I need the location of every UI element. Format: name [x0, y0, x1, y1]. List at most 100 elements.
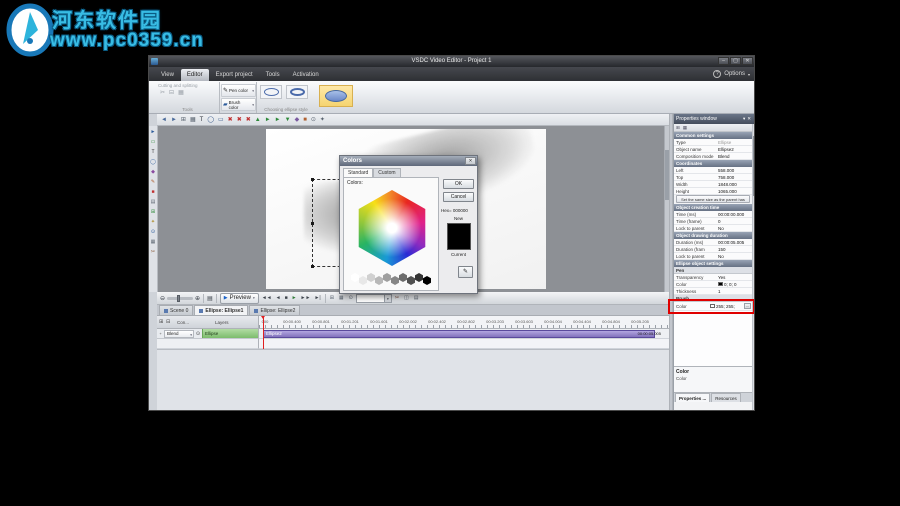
- gray-swatch[interactable]: [383, 273, 391, 282]
- section-common-settings[interactable]: Common settings: [674, 132, 752, 139]
- timeline-empty-area[interactable]: [157, 349, 669, 410]
- property-row-time-ms[interactable]: Time (ms) 00:00:00.000: [674, 211, 752, 218]
- selection-handle[interactable]: [311, 178, 314, 181]
- tab-scene-0[interactable]: Scene 0: [159, 305, 194, 315]
- options-button[interactable]: Options: [724, 71, 745, 77]
- properties-panel-header[interactable]: Properties window ▾ ✕: [674, 114, 754, 124]
- selection-handle[interactable]: [311, 222, 314, 225]
- object-tool-icon[interactable]: ⊙: [151, 230, 155, 235]
- property-row-time-frame[interactable]: Time (frame) 0: [674, 218, 752, 225]
- edit-tool-icon[interactable]: ✦: [320, 117, 325, 123]
- zoom-slider[interactable]: [167, 294, 194, 302]
- action-icon[interactable]: ▤: [413, 295, 420, 301]
- object-tool-icon[interactable]: ✂: [151, 250, 155, 255]
- edit-tool-icon[interactable]: ✖: [237, 117, 242, 123]
- section-ellipse-object-settings[interactable]: Ellipse object settings: [674, 260, 752, 267]
- transport-button[interactable]: ►|: [313, 295, 321, 301]
- edit-tool-icon[interactable]: ⊞: [181, 117, 186, 123]
- cutting-tool-icon[interactable]: ✂: [160, 90, 165, 96]
- tab-view[interactable]: View: [155, 69, 180, 81]
- property-row-left[interactable]: Left 558.000: [674, 167, 752, 174]
- object-tool-icon[interactable]: ◯: [150, 160, 156, 165]
- layer-name[interactable]: Ellipse: [202, 329, 258, 338]
- playhead-cursor[interactable]: [261, 316, 265, 349]
- close-icon[interactable]: ✕: [465, 157, 476, 165]
- selection-handle[interactable]: [311, 265, 314, 268]
- zoom-out-icon[interactable]: ⊖: [160, 295, 165, 302]
- edit-tool-icon[interactable]: ▲: [255, 117, 261, 123]
- edit-tool-icon[interactable]: ►: [171, 117, 177, 123]
- close-icon[interactable]: ✕: [742, 57, 753, 65]
- expand-icon[interactable]: +: [157, 331, 164, 336]
- gray-swatch[interactable]: [375, 276, 383, 285]
- property-row-pen-transparency[interactable]: Transparency Yes: [674, 274, 752, 281]
- color-hexagon-palette[interactable]: [358, 190, 426, 266]
- edit-tool-icon[interactable]: ■: [303, 117, 307, 123]
- gray-swatch[interactable]: [351, 273, 359, 282]
- panel-scrollbar[interactable]: [752, 124, 754, 410]
- expand-all-icon[interactable]: ⊞: [159, 319, 163, 325]
- view-option-icon[interactable]: ⊞: [329, 295, 335, 301]
- object-tool-icon[interactable]: ◆: [151, 170, 155, 175]
- scrollbar-thumb[interactable]: [753, 136, 754, 196]
- help-icon[interactable]: ?: [713, 70, 722, 78]
- gray-swatch[interactable]: [407, 276, 415, 285]
- ellipse-style-preview[interactable]: [319, 85, 353, 107]
- tab-activation[interactable]: Activation: [287, 69, 325, 81]
- tab-editor[interactable]: Editor: [180, 69, 209, 81]
- tab-resources[interactable]: Resources: [711, 393, 741, 402]
- edit-tool-icon[interactable]: ⊙: [311, 117, 316, 123]
- minimize-icon[interactable]: –: [718, 57, 729, 65]
- edit-tool-icon[interactable]: ►: [265, 117, 271, 123]
- gray-swatch[interactable]: [359, 276, 367, 285]
- gray-swatch[interactable]: [399, 273, 407, 282]
- ellipse-style-thick-button[interactable]: [286, 85, 308, 99]
- property-row-lock-to-parent-2[interactable]: Lock to parent No: [674, 253, 752, 260]
- edit-tool-icon[interactable]: ✖: [246, 117, 251, 123]
- grid-view-icon[interactable]: ⊞: [676, 125, 680, 131]
- collapse-all-icon[interactable]: ⊟: [166, 319, 170, 325]
- cutting-tool-icon[interactable]: ⊟: [169, 90, 174, 96]
- color-picker-more-button[interactable]: ...: [744, 303, 751, 309]
- property-row-type[interactable]: Type Ellipse: [674, 139, 752, 146]
- property-row-pen-color[interactable]: Color 0; 0; 0: [674, 281, 752, 288]
- dialog-title-bar[interactable]: Colors: [340, 156, 477, 166]
- preview-button[interactable]: ▶ Preview ▾: [219, 292, 259, 304]
- ok-button[interactable]: OK: [443, 179, 474, 189]
- property-row-thickness[interactable]: Thickness 1: [674, 288, 752, 295]
- object-tool-icon[interactable]: T: [151, 150, 154, 155]
- property-row-top[interactable]: Top 758.000: [674, 174, 752, 181]
- property-row-width[interactable]: Width 1848.000: [674, 181, 752, 188]
- section-coordinates[interactable]: Coordinates: [674, 160, 752, 167]
- transport-button[interactable]: ►: [291, 295, 298, 301]
- property-row-lock-to-parent-1[interactable]: Lock to parent No: [674, 225, 752, 232]
- visibility-eye-icon[interactable]: ⊙: [194, 331, 202, 337]
- edit-tool-icon[interactable]: ▦: [190, 117, 196, 123]
- object-tool-icon[interactable]: ■: [151, 190, 154, 195]
- edit-tool-icon[interactable]: ▼: [285, 117, 291, 123]
- cutting-tool-icon[interactable]: ▦: [178, 90, 184, 96]
- object-tool-icon[interactable]: ▦: [151, 240, 156, 245]
- timeline-scale-combobox[interactable]: ▾: [355, 293, 392, 303]
- gray-swatch[interactable]: [415, 273, 423, 282]
- film-icon[interactable]: ▤: [207, 295, 213, 302]
- composition-mode-dropdown[interactable]: Blend ▾: [164, 329, 194, 338]
- section-object-drawing-duration[interactable]: Object drawing duration: [674, 232, 752, 239]
- property-row-height[interactable]: Height 1065.000: [674, 188, 752, 195]
- property-row-composition-mode[interactable]: Composition mode Blend: [674, 153, 752, 160]
- object-tool-icon[interactable]: ►: [151, 130, 156, 135]
- list-view-icon[interactable]: ▦: [683, 125, 687, 131]
- view-option-icon[interactable]: ▦: [338, 295, 345, 301]
- object-tool-icon[interactable]: ▤: [151, 200, 156, 205]
- tab-export-project[interactable]: Export project: [210, 69, 259, 81]
- ellipse2-clip-bar[interactable]: Ellipse2: [263, 330, 655, 338]
- edit-tool-icon[interactable]: ✖: [228, 117, 233, 123]
- zoom-in-icon[interactable]: ⊕: [195, 295, 200, 302]
- action-icon[interactable]: ◫: [403, 295, 410, 301]
- edit-tool-icon[interactable]: ◯: [207, 117, 214, 123]
- gray-swatch[interactable]: [367, 273, 375, 282]
- edit-tool-icon[interactable]: T: [200, 117, 204, 123]
- same-size-as-parent-button[interactable]: Set the same size as the parent has: [676, 195, 750, 203]
- tab-ellipse2[interactable]: Ellipse: Ellipse2: [249, 305, 301, 315]
- action-icon[interactable]: ✂: [394, 295, 400, 301]
